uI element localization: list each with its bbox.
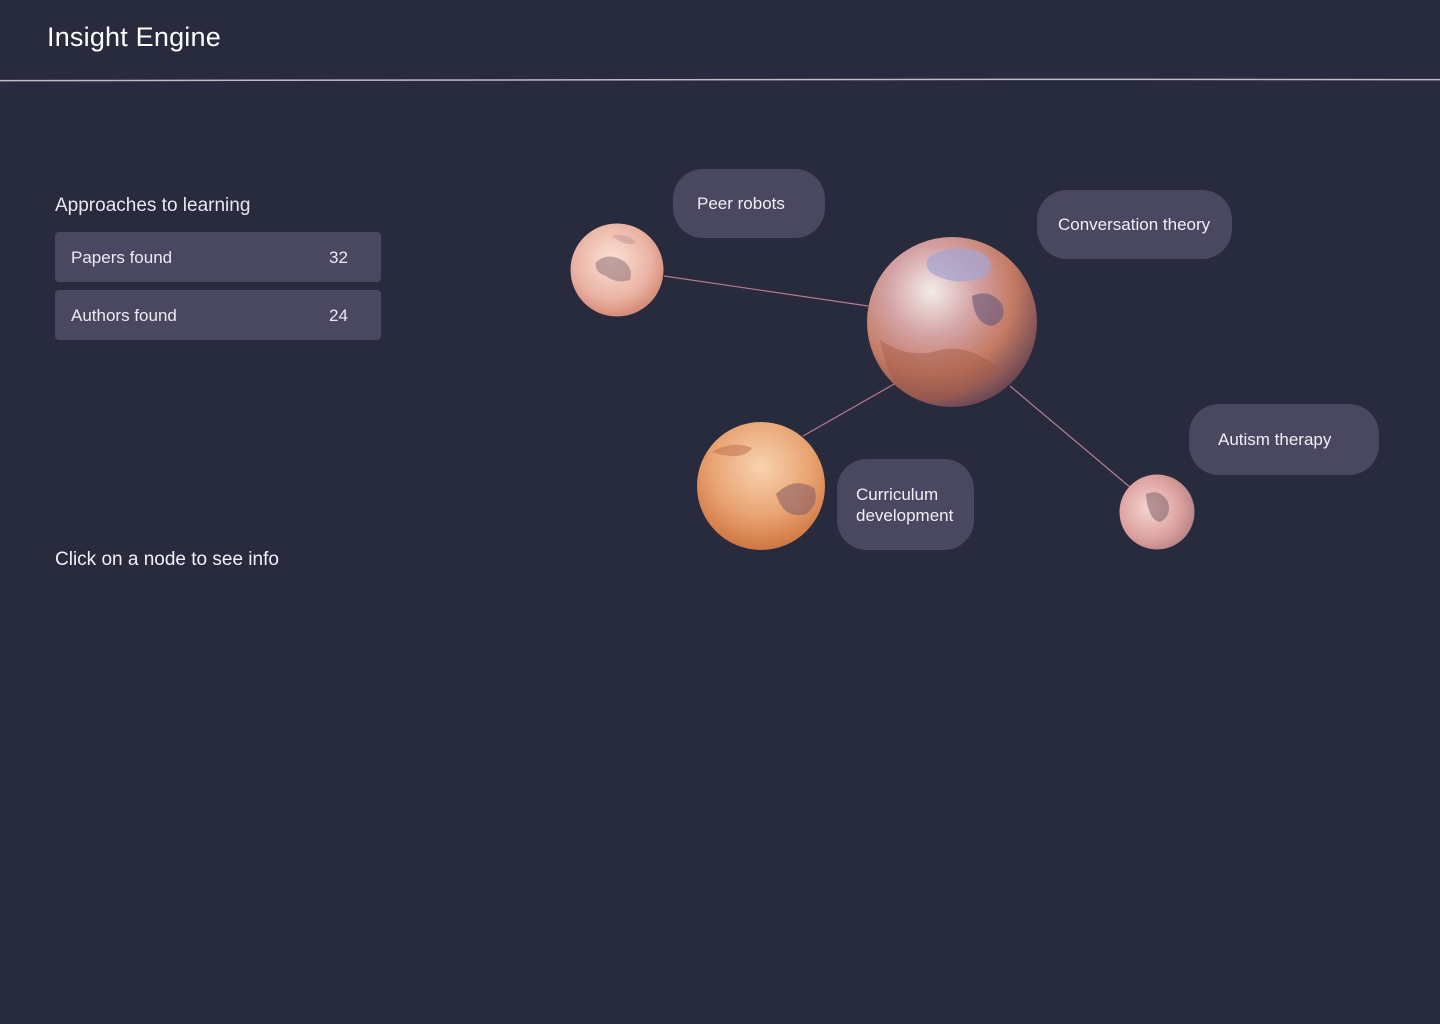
label-conversation-theory[interactable]: Conversation theory [1037,190,1232,259]
graph-canvas [570,223,1195,550]
node-approaches-to-learning[interactable] [867,237,1037,407]
node-peer-robots[interactable] [570,223,664,317]
node-curriculum-development[interactable] [697,422,825,550]
label-curriculum-development[interactable]: Curriculum development [837,459,974,550]
label-autism-therapy[interactable]: Autism therapy [1189,404,1379,475]
edge-curriculum [802,382,897,437]
label-conversation-theory-text: Conversation theory [1058,215,1211,234]
label-peer-robots-text: Peer robots [697,194,785,213]
edge-peer-robots [663,275,869,307]
label-peer-robots[interactable]: Peer robots [673,169,825,238]
knowledge-graph: Peer robots Conversation theory Autism t… [0,0,1440,1024]
node-autism-therapy[interactable] [1119,474,1195,550]
insight-engine-page: Insight Engine Approaches to learning Pa… [0,0,1440,1024]
label-autism-therapy-text: Autism therapy [1218,430,1332,449]
label-curriculum-line1: Curriculum [856,484,939,504]
label-curriculum-line2: development [856,505,954,525]
edge-autism-therapy [1009,385,1132,489]
